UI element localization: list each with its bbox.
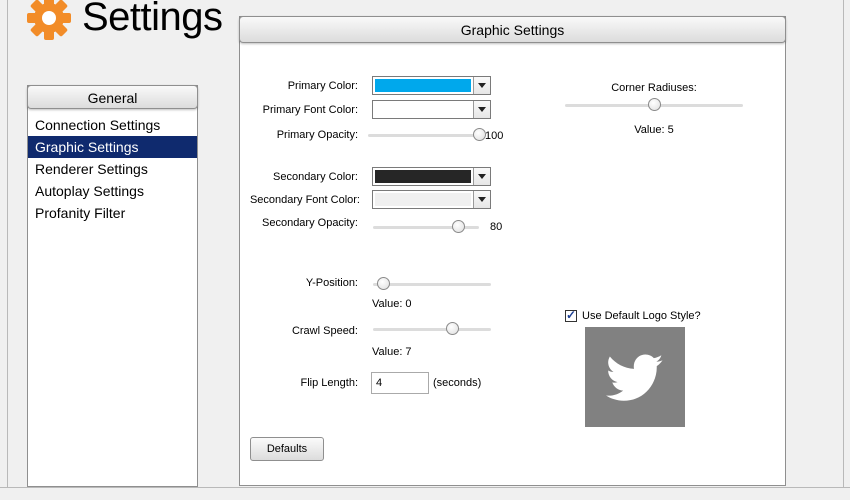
primary-opacity-label: Primary Opacity: [276, 129, 358, 141]
defaults-button[interactable]: Defaults [250, 437, 324, 461]
primary-font-color-select[interactable] [372, 100, 491, 119]
slider-thumb[interactable] [377, 277, 390, 290]
sidebar-item-profanity-filter[interactable]: Profanity Filter [28, 202, 197, 224]
secondary-font-color-label: Secondary Font Color: [249, 194, 360, 206]
secondary-color-label: Secondary Color: [273, 171, 358, 183]
sidebar-item-renderer-settings[interactable]: Renderer Settings [28, 158, 197, 180]
page-title: Settings [82, 0, 223, 39]
y-position-label: Y-Position: [305, 277, 358, 289]
chevron-down-icon[interactable] [473, 191, 490, 208]
flip-length-input[interactable]: 4 [371, 372, 429, 394]
crawl-speed-slider[interactable] [373, 321, 491, 337]
sidebar-item-graphic-settings[interactable]: Graphic Settings [28, 136, 197, 158]
chevron-down-icon[interactable] [473, 77, 490, 94]
primary-color-label: Primary Color: [287, 80, 358, 92]
corner-radiuses-label: Corner Radiuses: [611, 82, 697, 94]
primary-font-color-label: Primary Font Color: [262, 104, 358, 116]
primary-opacity-slider[interactable] [368, 127, 486, 143]
slider-thumb[interactable] [445, 322, 459, 335]
primary-color-swatch [375, 79, 471, 92]
chevron-down-icon[interactable] [473, 168, 490, 185]
sidebar-list: Connection Settings Graphic Settings Ren… [28, 114, 197, 224]
crawl-speed-label: Crawl Speed: [291, 325, 358, 337]
chevron-down-icon[interactable] [473, 101, 490, 118]
y-position-slider[interactable] [373, 276, 491, 292]
flip-length-label: Flip Length: [300, 377, 358, 389]
secondary-opacity-label: Secondary Opacity: [262, 217, 358, 229]
secondary-opacity-slider[interactable] [373, 219, 479, 235]
use-default-logo-label: Use Default Logo Style? [582, 310, 701, 322]
sidebar-item-connection-settings[interactable]: Connection Settings [28, 114, 197, 136]
secondary-opacity-value: 80 [490, 221, 503, 233]
window-frame-right [843, 0, 850, 500]
logo-preview [585, 327, 685, 427]
corner-radiuses-value: Value: 5 [634, 124, 674, 136]
corner-radiuses-slider[interactable] [565, 97, 743, 113]
flip-length-unit: (seconds) [433, 377, 482, 389]
secondary-font-color-select[interactable] [372, 190, 491, 209]
twitter-bird-icon [606, 354, 664, 401]
gear-icon [27, 0, 71, 40]
secondary-color-select[interactable] [372, 167, 491, 186]
panel-title: Graphic Settings [239, 16, 786, 43]
sidebar: General Connection Settings Graphic Sett… [27, 85, 198, 487]
primary-opacity-value: 100 [485, 130, 504, 142]
window-frame-bottom [0, 487, 850, 500]
window-frame-left [0, 0, 8, 500]
secondary-font-color-swatch [375, 193, 471, 206]
sidebar-item-autoplay-settings[interactable]: Autoplay Settings [28, 180, 197, 202]
slider-track [368, 134, 479, 137]
slider-track [373, 328, 491, 331]
primary-font-color-swatch [375, 103, 471, 116]
primary-color-select[interactable] [372, 76, 491, 95]
checkmark-icon: ✓ [566, 308, 577, 322]
use-default-logo-checkbox[interactable]: ✓ [565, 308, 577, 322]
y-position-value: Value: 0 [372, 298, 412, 310]
slider-thumb[interactable] [451, 220, 465, 233]
crawl-speed-value: Value: 7 [372, 346, 412, 358]
secondary-color-swatch [375, 170, 471, 183]
slider-thumb[interactable] [648, 98, 661, 111]
sidebar-title: General [27, 85, 198, 109]
slider-track [373, 283, 491, 286]
